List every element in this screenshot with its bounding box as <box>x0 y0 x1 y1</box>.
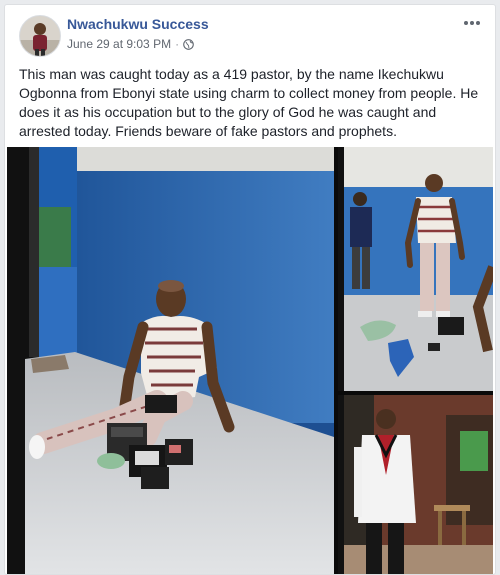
meta-separator: · <box>175 37 180 51</box>
photo-man-standing[interactable] <box>338 147 493 391</box>
author-avatar[interactable] <box>19 15 61 57</box>
globe-icon[interactable] <box>183 38 194 50</box>
post-timestamp[interactable]: June 29 at 9:03 PM <box>67 37 171 51</box>
post-meta: June 29 at 9:03 PM · <box>67 37 194 51</box>
photo-man-sitting[interactable] <box>7 147 334 574</box>
facebook-post: Nwachukwu Success June 29 at 9:03 PM · T… <box>4 4 496 575</box>
more-options-icon[interactable] <box>461 13 483 33</box>
photo-man-white-suit[interactable] <box>338 395 493 574</box>
author-name-link[interactable]: Nwachukwu Success <box>67 16 209 32</box>
post-text: This man was caught today as a 419 pasto… <box>19 66 479 139</box>
photo-grid <box>7 147 493 574</box>
avatar-image <box>20 16 60 56</box>
